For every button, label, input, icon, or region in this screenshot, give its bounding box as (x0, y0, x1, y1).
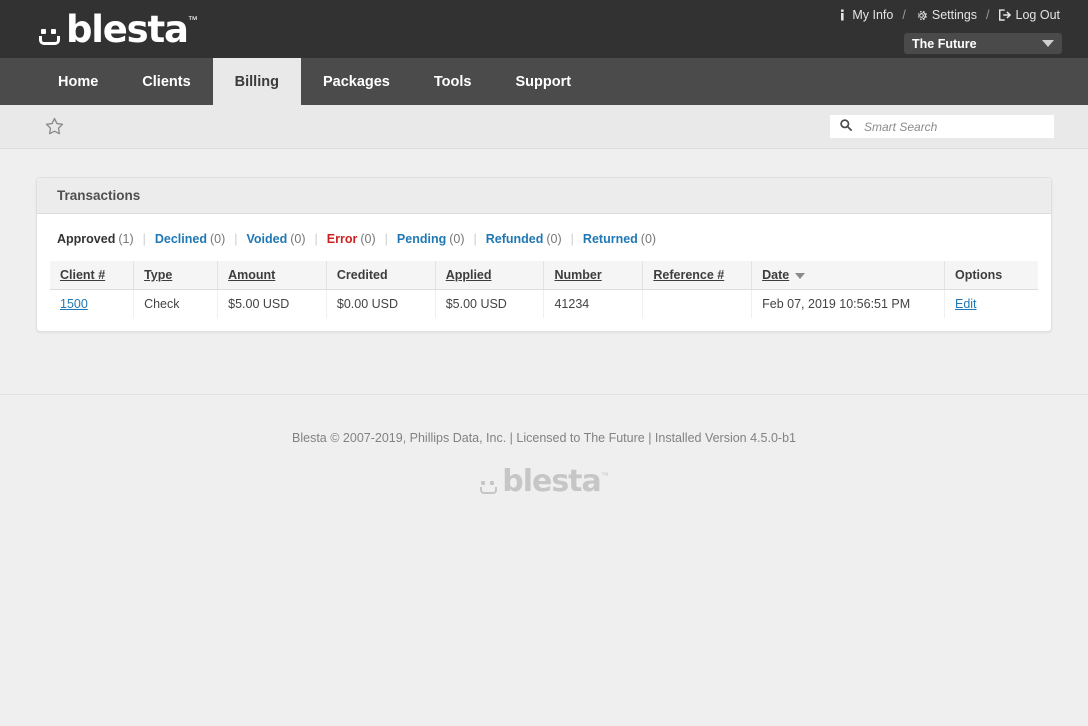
cell-options[interactable]: Edit (944, 290, 1038, 319)
log-out-label: Log Out (1016, 8, 1060, 22)
account-links: My Info / Settings / Log Out (835, 8, 1062, 22)
panel-title: Transactions (37, 178, 1051, 214)
column-type[interactable]: Type (134, 261, 218, 290)
footer-trademark-symbol: ™ (601, 471, 609, 481)
filter-declined[interactable]: Declined(0) (155, 232, 225, 246)
footer-logo-mark (479, 477, 500, 495)
filter-divider: | (571, 232, 574, 246)
link-separator-1: / (902, 8, 905, 22)
filter-divider: | (315, 232, 318, 246)
nav-item-clients[interactable]: Clients (120, 58, 212, 105)
link-separator-2: / (986, 8, 989, 22)
company-selector[interactable]: The Future (904, 33, 1062, 54)
cell-reference (643, 290, 752, 319)
cell-type: Check (134, 290, 218, 319)
my-info-link[interactable]: My Info (835, 8, 895, 22)
settings-link[interactable]: Settings (913, 8, 979, 22)
search-icon (840, 118, 852, 136)
app-header: blesta ™ My Info / Settings / (0, 0, 1088, 58)
smart-search-box[interactable] (830, 115, 1054, 138)
sort-descending-icon (795, 273, 805, 279)
column-date[interactable]: Date (752, 261, 945, 290)
cell-date: Feb 07, 2019 10:56:51 PM (752, 290, 945, 319)
settings-label: Settings (932, 8, 977, 22)
search-input[interactable] (862, 119, 1048, 135)
filter-refunded[interactable]: Refunded(0) (486, 232, 562, 246)
page-content: Transactions Approved(1) | Declined(0) |… (0, 149, 1088, 332)
filter-divider: | (234, 232, 237, 246)
column-credited: Credited (326, 261, 435, 290)
chevron-down-icon (1042, 40, 1054, 47)
edit-link[interactable]: Edit (955, 297, 977, 311)
blesta-logo-mark (38, 24, 64, 46)
company-selector-value: The Future (912, 37, 977, 51)
table-row: 1500 Check $5.00 USD $0.00 USD $5.00 USD… (50, 290, 1039, 319)
blesta-logo: blesta ™ (38, 14, 198, 46)
cell-credited: $0.00 USD (326, 290, 435, 319)
transactions-panel: Transactions Approved(1) | Declined(0) |… (36, 177, 1052, 332)
filter-approved[interactable]: Approved(1) (57, 232, 134, 246)
log-out-link[interactable]: Log Out (997, 8, 1062, 22)
nav-item-home[interactable]: Home (36, 58, 120, 105)
cell-client[interactable]: 1500 (50, 290, 134, 319)
logout-icon (999, 9, 1012, 21)
nav-item-tools[interactable]: Tools (412, 58, 494, 105)
panel-body: Approved(1) | Declined(0) | Voided(0) | … (37, 214, 1051, 331)
transaction-status-filters: Approved(1) | Declined(0) | Voided(0) | … (49, 228, 1039, 260)
main-navigation: Home Clients Billing Packages Tools Supp… (0, 58, 1088, 105)
my-info-label: My Info (852, 8, 893, 22)
filter-error[interactable]: Error(0) (327, 232, 376, 246)
footer-text: Blesta © 2007-2019, Phillips Data, Inc. … (0, 431, 1088, 445)
blesta-logo-text: blesta (66, 14, 188, 46)
gear-icon (915, 9, 928, 22)
column-options: Options (944, 261, 1038, 290)
cell-amount: $5.00 USD (218, 290, 327, 319)
footer-logo-text: blesta (502, 469, 601, 495)
column-reference[interactable]: Reference # (643, 261, 752, 290)
star-icon[interactable] (45, 117, 64, 141)
column-amount[interactable]: Amount (218, 261, 327, 290)
nav-item-billing[interactable]: Billing (213, 58, 301, 105)
info-icon (837, 9, 848, 21)
table-header-row: Client # Type Amount Credited Applied Nu… (50, 261, 1039, 290)
client-link[interactable]: 1500 (60, 297, 88, 311)
filter-divider: | (474, 232, 477, 246)
column-applied[interactable]: Applied (435, 261, 544, 290)
filter-divider: | (385, 232, 388, 246)
nav-item-packages[interactable]: Packages (301, 58, 412, 105)
column-number[interactable]: Number (544, 261, 643, 290)
nav-item-support[interactable]: Support (493, 58, 593, 105)
filter-voided[interactable]: Voided(0) (247, 232, 306, 246)
filter-divider: | (143, 232, 146, 246)
column-client[interactable]: Client # (50, 261, 134, 290)
page-footer: Blesta © 2007-2019, Phillips Data, Inc. … (0, 394, 1088, 495)
cell-applied: $5.00 USD (435, 290, 544, 319)
filter-pending[interactable]: Pending(0) (397, 232, 465, 246)
filter-returned[interactable]: Returned(0) (583, 232, 656, 246)
utility-toolbar (0, 105, 1088, 149)
footer-blesta-logo: blesta ™ (0, 469, 1088, 495)
cell-number: 41234 (544, 290, 643, 319)
transactions-table: Client # Type Amount Credited Applied Nu… (49, 260, 1039, 319)
trademark-symbol: ™ (188, 16, 198, 26)
